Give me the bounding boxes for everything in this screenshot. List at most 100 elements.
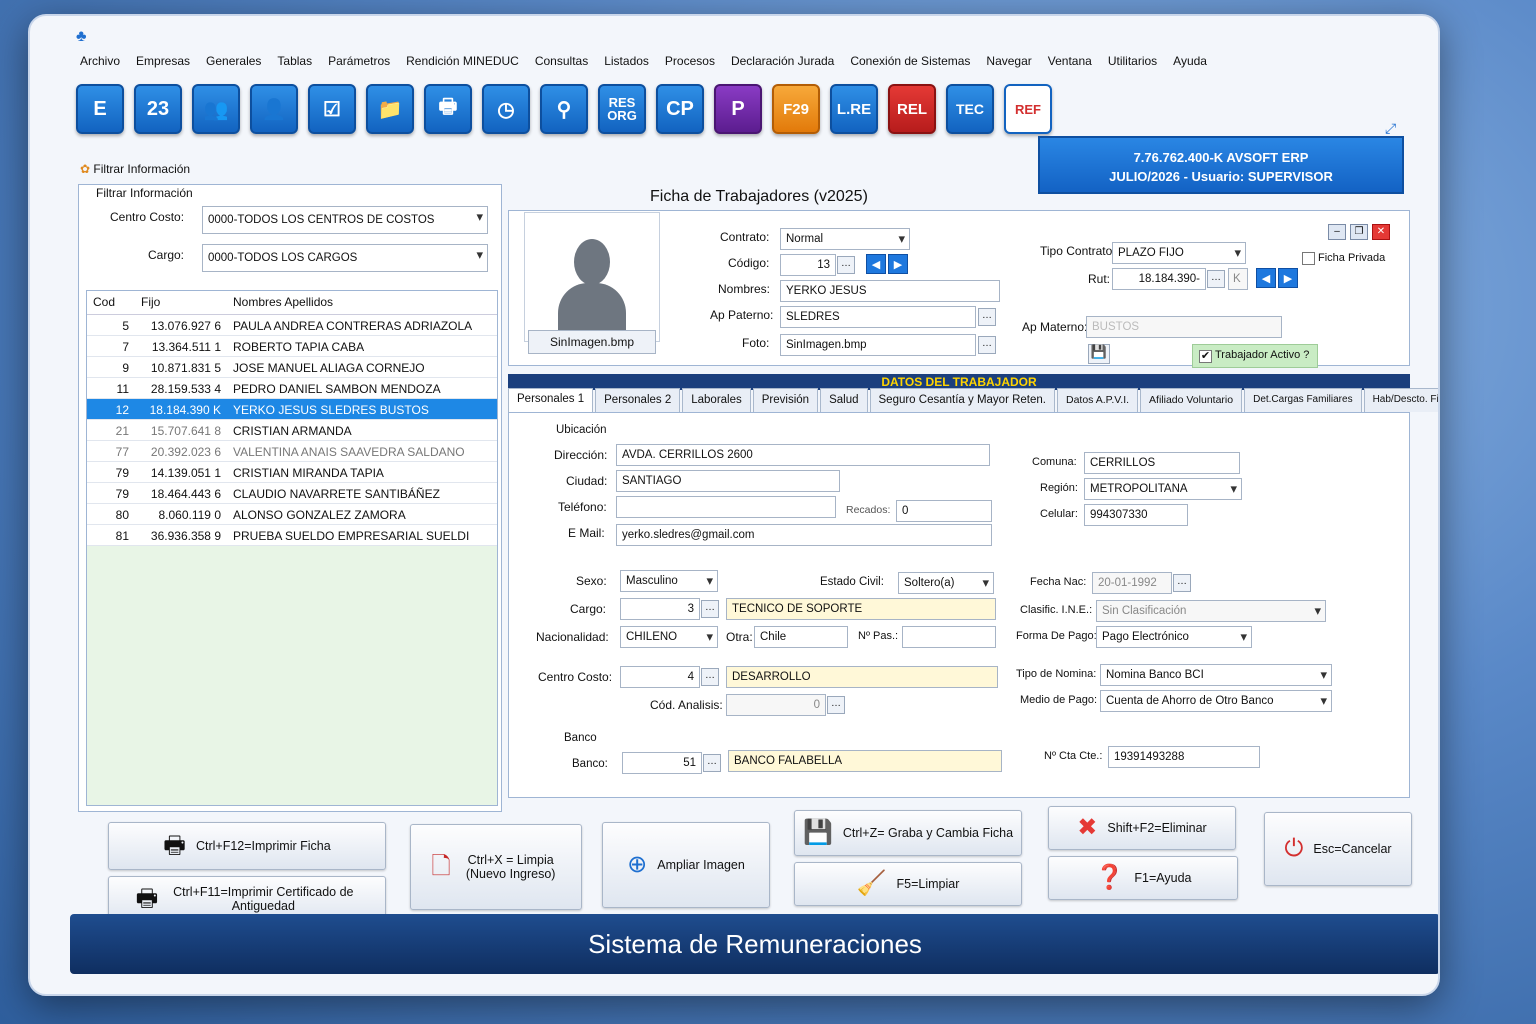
next-record-button[interactable]: ▶ <box>888 254 908 274</box>
tab-hab-descto[interactable]: Hab/Descto. Fijo <box>1363 388 1438 412</box>
limpia-nuevo-button[interactable]: 🗋 Ctrl+X = Limpia (Nuevo Ingreso) <box>410 824 582 910</box>
clasif-ine-select[interactable]: Sin Clasificación <box>1096 600 1326 622</box>
menu-parametros[interactable]: Parámetros <box>328 54 390 78</box>
ciudad-input[interactable]: SANTIAGO <box>616 470 840 492</box>
menu-empresas[interactable]: Empresas <box>136 54 190 78</box>
centro-costo-code-input[interactable]: 4 <box>620 666 700 688</box>
centro-costo-select[interactable]: 0000-TODOS LOS CENTROS DE COSTOS <box>202 206 488 234</box>
clock-icon[interactable]: ◷ <box>482 84 530 134</box>
ref-button[interactable]: REF <box>1004 84 1052 134</box>
banco-lookup-button[interactable]: … <box>703 754 721 772</box>
activo-checkbox[interactable]: ✔ <box>1199 350 1212 363</box>
menu-ayuda[interactable]: Ayuda <box>1173 54 1207 78</box>
foto-input[interactable]: SinImagen.bmp <box>780 334 976 356</box>
table-row[interactable]: 81 36.936.358 9 PRUEBA SUELDO EMPRESARIAL … <box>87 525 497 546</box>
table-row[interactable]: 79 18.464.443 6 CLAUDIO NAVARRETE SANTIBÁÑ… <box>87 483 497 504</box>
ap-paterno-input[interactable]: SLEDRES <box>780 306 976 328</box>
telefono-input[interactable] <box>616 496 836 518</box>
folder-icon[interactable]: 📁 <box>366 84 414 134</box>
tab-apvi[interactable]: Datos A.P.V.I. <box>1056 388 1139 412</box>
table-row[interactable]: 77 20.392.023 6 VALENTINA ANAIS SAAVEDRA S… <box>87 441 497 462</box>
cargo-lookup-button[interactable]: … <box>701 600 719 618</box>
lre-button[interactable]: L.RE <box>830 84 878 134</box>
tipo-nomina-select[interactable]: Nomina Banco BCI <box>1100 664 1332 686</box>
checklist-icon[interactable]: ☑ <box>308 84 356 134</box>
cancelar-button[interactable]: ⏻ Esc=Cancelar <box>1264 812 1412 886</box>
rel-button[interactable]: REL <box>888 84 936 134</box>
foto-browse-button[interactable]: … <box>978 336 996 354</box>
imprimir-ficha-button[interactable]: 🖶 Ctrl+F12=Imprimir Ficha <box>108 822 386 870</box>
ficha-privada-checkbox[interactable] <box>1302 252 1315 265</box>
recados-input[interactable]: 0 <box>896 500 992 522</box>
nombres-input[interactable]: YERKO JESUS <box>780 280 1000 302</box>
user-icon[interactable]: 👤 <box>250 84 298 134</box>
graba-button[interactable]: 💾 Ctrl+Z= Graba y Cambia Ficha <box>794 810 1022 856</box>
tec-button[interactable]: TEC <box>946 84 994 134</box>
menu-listados[interactable]: Listados <box>604 54 649 78</box>
sexo-select[interactable]: Masculino <box>620 570 718 592</box>
menu-consultas[interactable]: Consultas <box>535 54 588 78</box>
calendar-button[interactable]: 23 <box>134 84 182 134</box>
region-select[interactable]: METROPOLITANA <box>1084 478 1242 500</box>
banco-code-input[interactable]: 51 <box>622 752 702 774</box>
menu-archivo[interactable]: Archivo <box>80 54 120 78</box>
restore-button[interactable]: ❐ <box>1350 224 1368 240</box>
empresa-button[interactable]: E <box>76 84 124 134</box>
tab-afiliado[interactable]: Afiliado Voluntario <box>1140 388 1243 412</box>
centro-costo-lookup-button[interactable]: … <box>701 668 719 686</box>
cargo-filter-select[interactable]: 0000-TODOS LOS CARGOS <box>202 244 488 272</box>
medio-pago-select[interactable]: Cuenta de Ahorro de Otro Banco <box>1100 690 1332 712</box>
tab-cargas[interactable]: Det.Cargas Familiares <box>1244 388 1362 412</box>
celular-input[interactable]: 994307330 <box>1084 504 1188 526</box>
tab-salud[interactable]: Salud <box>820 388 868 412</box>
cta-cte-input[interactable]: 19391493288 <box>1108 746 1260 768</box>
search-icon[interactable]: ⚲ <box>540 84 588 134</box>
direccion-input[interactable]: AVDA. CERRILLOS 2600 <box>616 444 990 466</box>
table-row[interactable]: 79 14.139.051 1 CRISTIAN MIRANDA TAPIA <box>87 462 497 483</box>
ayuda-button[interactable]: ❓ F1=Ayuda <box>1048 856 1238 900</box>
tab-personales-1[interactable]: Personales 1 <box>508 388 594 412</box>
menu-navegar[interactable]: Navegar <box>986 54 1031 78</box>
menu-rendicion[interactable]: Rendición MINEDUC <box>406 54 519 78</box>
codigo-input[interactable]: 13 <box>780 254 836 276</box>
close-button[interactable]: ✕ <box>1372 224 1390 240</box>
col-fijo[interactable]: Fijo <box>135 291 227 314</box>
nacionalidad-select[interactable]: CHILENO <box>620 626 718 648</box>
codigo-lookup-button[interactable]: … <box>837 256 855 274</box>
num-pasaporte-input[interactable] <box>902 626 996 648</box>
menu-utilitarios[interactable]: Utilitarios <box>1108 54 1157 78</box>
ap-materno-input[interactable]: BUSTOS <box>1086 316 1282 338</box>
menu-generales[interactable]: Generales <box>206 54 261 78</box>
cp-button[interactable]: CP <box>656 84 704 134</box>
fecha-nac-input[interactable]: 20-01-1992 <box>1092 572 1172 594</box>
forma-pago-select[interactable]: Pago Electrónico <box>1096 626 1252 648</box>
col-nombres[interactable]: Nombres Apellidos <box>227 291 497 314</box>
maximize-icon[interactable]: ⤢ <box>1385 120 1396 137</box>
rut-input[interactable]: 18.184.390- <box>1112 268 1206 290</box>
minimize-button[interactable]: – <box>1328 224 1346 240</box>
photo-caption-button[interactable]: SinImagen.bmp <box>528 330 656 354</box>
menu-ventana[interactable]: Ventana <box>1048 54 1092 78</box>
users-icon[interactable]: 👥 <box>192 84 240 134</box>
table-row[interactable]: 11 28.159.533 4 PEDRO DANIEL SAMBON MENDOZ… <box>87 378 497 399</box>
ap-paterno-lookup-button[interactable]: … <box>978 308 996 326</box>
table-row[interactable]: 21 15.707.641 8 CRISTIAN ARMANDA <box>87 420 497 441</box>
tab-laborales[interactable]: Laborales <box>682 388 751 412</box>
printer-icon[interactable]: 🖶 <box>424 84 472 134</box>
email-input[interactable]: yerko.sledres@gmail.com <box>616 524 992 546</box>
menu-conexion[interactable]: Conexión de Sistemas <box>850 54 970 78</box>
menu-procesos[interactable]: Procesos <box>665 54 715 78</box>
res-org-button[interactable]: RES ORG <box>598 84 646 134</box>
table-row[interactable]: 7 13.364.511 1 ROBERTO TAPIA CABA <box>87 336 497 357</box>
table-row[interactable]: 5 13.076.927 6 PAULA ANDREA CONTRERAS ADRI… <box>87 315 497 336</box>
estado-civil-select[interactable]: Soltero(a) <box>898 572 994 594</box>
save-disk-icon[interactable]: 💾 <box>1088 344 1110 364</box>
tipo-contrato-select[interactable]: PLAZO FIJO <box>1112 242 1246 264</box>
table-row[interactable]: 9 10.871.831 5 JOSE MANUEL ALIAGA CORNEJO <box>87 357 497 378</box>
col-cod[interactable]: Cod <box>87 291 135 314</box>
eliminar-button[interactable]: ✖ Shift+F2=Eliminar <box>1048 806 1236 850</box>
contrato-select[interactable]: Normal <box>780 228 910 250</box>
menu-declaracion[interactable]: Declaración Jurada <box>731 54 834 78</box>
cargo-code-input[interactable]: 3 <box>620 598 700 620</box>
trabajador-activo-toggle[interactable]: ✔ Trabajador Activo ? <box>1192 344 1318 368</box>
